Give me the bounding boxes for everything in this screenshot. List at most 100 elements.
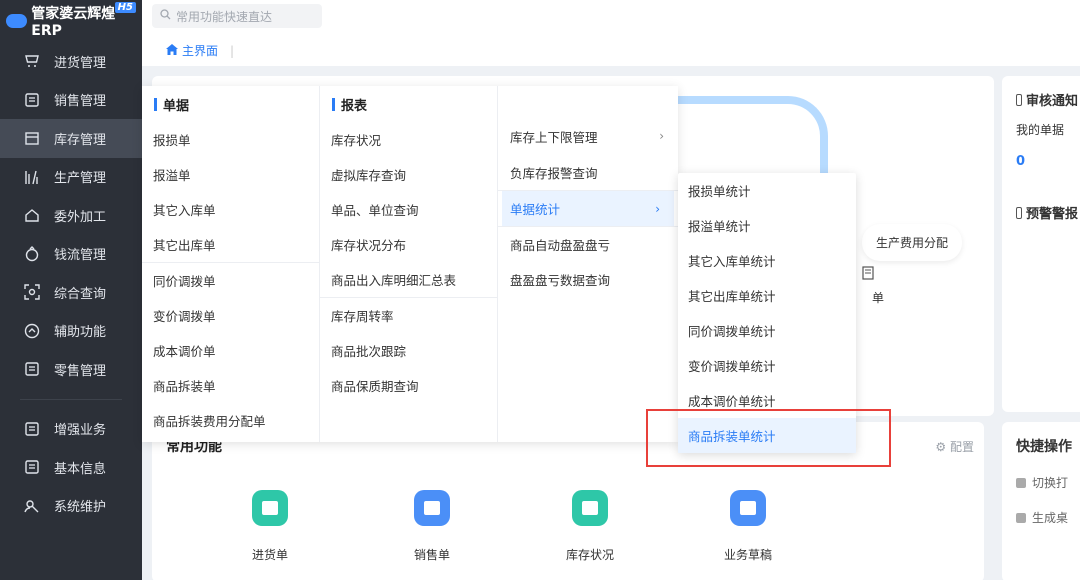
home-icon — [24, 207, 40, 223]
submenu-item[interactable]: 其它出库单统计 — [678, 278, 856, 313]
sidebar-item-3[interactable]: 库存管理 — [0, 119, 142, 158]
sidebar-divider — [20, 398, 122, 400]
sales-icon — [24, 92, 40, 108]
config-button[interactable]: ⚙ 配置 — [935, 438, 974, 455]
sidebar-item-6[interactable]: 钱流管理 — [0, 235, 142, 274]
sidebar-item-8[interactable]: 辅助功能 — [0, 312, 142, 351]
quick-function[interactable]: 进货单 — [230, 490, 310, 563]
submenu-item[interactable]: 同价调拨单统计 — [678, 313, 856, 348]
search-placeholder: 常用功能快速直达 — [176, 9, 273, 24]
document-icon — [862, 266, 874, 280]
menu-item-document[interactable]: 商品拆装费用分配单 — [142, 403, 319, 438]
submenu-item[interactable]: 变价调拨单统计 — [678, 348, 856, 383]
sidebar-item-label: 生产管理 — [54, 171, 107, 187]
sidebar-item-4[interactable]: 生产管理 — [0, 158, 142, 197]
sidebar-item-7[interactable]: 综合查询 — [0, 273, 142, 312]
menu-item-report[interactable]: 库存状况分布 — [320, 227, 497, 262]
menu-item-report[interactable]: 商品批次跟踪 — [320, 333, 497, 368]
switch-icon — [1016, 477, 1026, 488]
menu-item-document[interactable]: 其它出库单 — [142, 227, 319, 262]
menu-item-document[interactable]: 报损单 — [142, 122, 319, 157]
money-icon — [24, 245, 40, 262]
menu-item-extra[interactable]: 库存上下限管理 › — [498, 117, 678, 155]
sidebar-item-label: 综合查询 — [54, 286, 107, 302]
menu-column-reports: 报表 库存状况 虚拟库存查询 单品、单位查询 库存状况分布 商品出入库明细汇总表 库存周… — [320, 86, 498, 442]
app-logo[interactable]: 管家婆云辉煌ERP H5 — [0, 0, 142, 42]
menu-item-document[interactable]: 变价调拨单 — [142, 298, 319, 333]
retail-icon — [24, 361, 40, 377]
sidebar-item-1[interactable]: 进货管理 — [0, 42, 142, 81]
menu-item-extra[interactable]: 负库存报警查询 — [498, 155, 678, 190]
sidebar-item-2[interactable]: 销售管理 — [0, 81, 142, 120]
sidebar-item-3[interactable]: 系统维护 — [0, 487, 142, 526]
my-documents-count[interactable]: 0 — [1016, 154, 1078, 169]
menu-column-extra: 库存上下限管理 › 负库存报警查询单据统计 › 商品自动盘盈盘亏 盘盈盘亏数据查询 — [498, 86, 678, 442]
sidebar-item-label: 基本信息 — [54, 461, 107, 477]
audit-icon — [1016, 93, 1022, 106]
menu-item-report[interactable]: 库存状况 — [320, 122, 497, 157]
generate-icon — [1016, 512, 1026, 523]
audit-card: 审核通知 我的单据 0 预警警报 — [1002, 76, 1080, 412]
top-bar: 常用功能快速直达 主界面 | — [142, 0, 1080, 66]
submenu-item[interactable]: 报损单统计 — [678, 173, 856, 208]
h5-badge: H5 — [114, 2, 136, 13]
quick-function[interactable]: 销售单 — [392, 490, 472, 563]
menu-item-document[interactable]: 报溢单 — [142, 157, 319, 192]
sidebar-item-1[interactable]: 增强业务 — [0, 410, 142, 449]
info-icon — [24, 459, 40, 475]
submenu-item[interactable]: 其它入库单统计 — [678, 243, 856, 278]
quick-function-label: 业务草稿 — [723, 548, 772, 562]
menu-item-report[interactable]: 库存周转率 — [320, 298, 497, 333]
audit-title: 审核通知 — [1016, 90, 1078, 109]
shortcut-generate[interactable]: 生成桌 — [1016, 509, 1078, 526]
flow-doc-label[interactable]: 单 — [862, 266, 884, 306]
shortcut-card: 快捷操作 切换打 生成桌 — [1002, 422, 1080, 580]
sidebar-item-9[interactable]: 零售管理 — [0, 350, 142, 389]
menu-item-document[interactable]: 其它入库单 — [142, 192, 319, 227]
enhance-icon — [24, 421, 40, 437]
quick-function-icon — [730, 490, 766, 526]
common-functions-card: 常用功能 ⚙ 配置 进货单 销售单 库存状况 业务草稿 — [152, 422, 984, 580]
my-documents-label[interactable]: 我的单据 — [1016, 121, 1078, 138]
warning-title: 预警警报 — [1016, 203, 1078, 222]
quick-function-icon — [252, 490, 288, 526]
production-icon — [24, 169, 40, 185]
submenu-item[interactable]: 成本调价单统计 — [678, 383, 856, 418]
menu-item-report[interactable]: 虚拟库存查询 — [320, 157, 497, 192]
sidebar-item-label: 委外加工 — [54, 209, 107, 225]
tab-home[interactable]: 主界面 — [182, 42, 218, 59]
sidebar: 管家婆云辉煌ERP H5 进货管理 销售管理 库存管理生产管理委外加工钱流管理综合查… — [0, 0, 142, 580]
chevron-right-icon: › — [659, 129, 664, 143]
chevron-right-icon: › — [655, 201, 660, 216]
submenu-item[interactable]: 商品拆装单统计 — [678, 418, 856, 453]
menu-item-extra[interactable]: 盘盈盘亏数据查询 — [498, 262, 678, 297]
maintenance-icon — [24, 498, 40, 514]
menu-item-report[interactable]: 单品、单位查询 — [320, 192, 497, 227]
sidebar-item-5[interactable]: 委外加工 — [0, 196, 142, 235]
menu-item-report[interactable]: 商品保质期查询 — [320, 368, 497, 403]
column-header-reports: 报表 — [320, 86, 497, 122]
search-input[interactable]: 常用功能快速直达 — [152, 4, 322, 28]
menu-item-document[interactable]: 同价调拨单 — [142, 263, 319, 298]
menu-column-documents: 单据 报损单 报溢单 其它入库单 其它出库单 同价调拨单 变价调拨单 成本调价单 商品拆装单… — [142, 86, 320, 442]
quick-function-icon — [414, 490, 450, 526]
sidebar-item-label: 辅助功能 — [54, 325, 107, 341]
menu-item-report[interactable]: 商品出入库明细汇总表 — [320, 262, 497, 297]
document-statistics-submenu: 报损单统计 报溢单统计 其它入库单统计 其它出库单统计 同价调拨单统计 变价调拨单统计 成本… — [678, 173, 856, 453]
menu-item-label: 负库存报警查询 — [510, 166, 598, 181]
quick-function[interactable]: 库存状况 — [550, 490, 630, 563]
menu-item-extra[interactable]: 单据统计 › — [502, 191, 674, 226]
flow-node-production-cost[interactable]: 生产费用分配 — [862, 224, 963, 261]
breadcrumb[interactable]: 主界面 | — [166, 42, 234, 59]
sidebar-item-label: 系统维护 — [54, 500, 107, 516]
shortcut-switch[interactable]: 切换打 — [1016, 474, 1078, 491]
menu-item-label: 库存上下限管理 — [510, 129, 598, 145]
quick-function-label: 库存状况 — [565, 548, 614, 562]
menu-item-document[interactable]: 商品拆装单 — [142, 368, 319, 403]
sidebar-item-2[interactable]: 基本信息 — [0, 448, 142, 487]
menu-item-extra[interactable]: 商品自动盘盈盘亏 — [498, 227, 678, 262]
gear-icon: ⚙ — [935, 440, 947, 454]
submenu-item[interactable]: 报溢单统计 — [678, 208, 856, 243]
quick-function[interactable]: 业务草稿 — [708, 490, 788, 563]
menu-item-document[interactable]: 成本调价单 — [142, 333, 319, 368]
